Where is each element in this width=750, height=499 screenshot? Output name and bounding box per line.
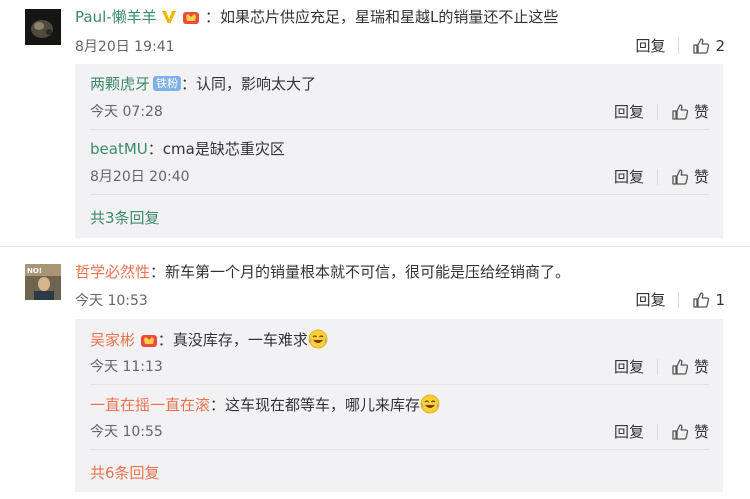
laughing-cry-emoji-icon: [420, 394, 440, 414]
divider: [90, 384, 709, 385]
reply-username[interactable]: 吴家彬: [90, 331, 135, 349]
reply-button[interactable]: 回复: [635, 289, 665, 310]
reply-line: 一直在摇一直在滚：这车现在都等车，哪儿来库存: [90, 394, 440, 415]
divider: [678, 291, 680, 308]
avatar-text: NO!: [27, 267, 42, 275]
like-button[interactable]: 赞: [671, 356, 709, 377]
thumb-up-icon: [672, 423, 689, 440]
reply-timestamp: 今天 11:13: [90, 359, 163, 375]
comment-line: 哲学必然性：新车第一个月的销量根本就不可信，很可能是压给经销商了。: [75, 263, 571, 281]
fan-crown-icon: [140, 335, 157, 347]
thumb-up-icon: [672, 358, 689, 375]
reply-timestamp: 今天 10:55: [90, 424, 163, 440]
comment-actions: 回复 1: [635, 289, 725, 310]
reply-panel: 吴家彬 ：真没库存，一车难求 今天 11:13 回复 赞 一直在摇一直在滚：这车…: [75, 319, 723, 492]
reply-actions: 回复 赞: [614, 421, 709, 442]
reply-actions: 回复 赞: [614, 356, 709, 377]
divider: [656, 423, 658, 440]
avatar[interactable]: NO!: [25, 264, 61, 300]
username[interactable]: 哲学必然性: [75, 263, 150, 281]
divider: [656, 358, 658, 375]
divider: [90, 449, 709, 450]
like-button[interactable]: 1: [692, 291, 725, 309]
reply-line: 吴家彬 ：真没库存，一车难求: [90, 329, 328, 350]
laughing-cry-emoji-icon: [308, 329, 328, 349]
reply-text: 真没库存，一车难求: [172, 331, 308, 349]
reply-text: 这车现在都等车，哪儿来库存: [225, 396, 421, 414]
thumb-up-icon: [693, 291, 710, 308]
like-count: 1: [715, 290, 725, 309]
like-button[interactable]: 赞: [671, 421, 709, 442]
reply-button[interactable]: 回复: [614, 421, 644, 442]
like-label: 赞: [693, 358, 709, 376]
timestamp: 今天 10:53: [75, 293, 148, 309]
like-label: 赞: [693, 423, 709, 441]
comment-item: NO! 哲学必然性：新车第一个月的销量根本就不可信，很可能是压给经销商了。 今天…: [0, 0, 750, 499]
reply-button[interactable]: 回复: [614, 356, 644, 377]
more-replies-link[interactable]: 共6条回复: [90, 462, 160, 483]
avatar-image: NO!: [25, 264, 61, 300]
comment-text: 新车第一个月的销量根本就不可信，很可能是压给经销商了。: [165, 263, 571, 281]
reply-username[interactable]: 一直在摇一直在滚: [90, 396, 210, 414]
